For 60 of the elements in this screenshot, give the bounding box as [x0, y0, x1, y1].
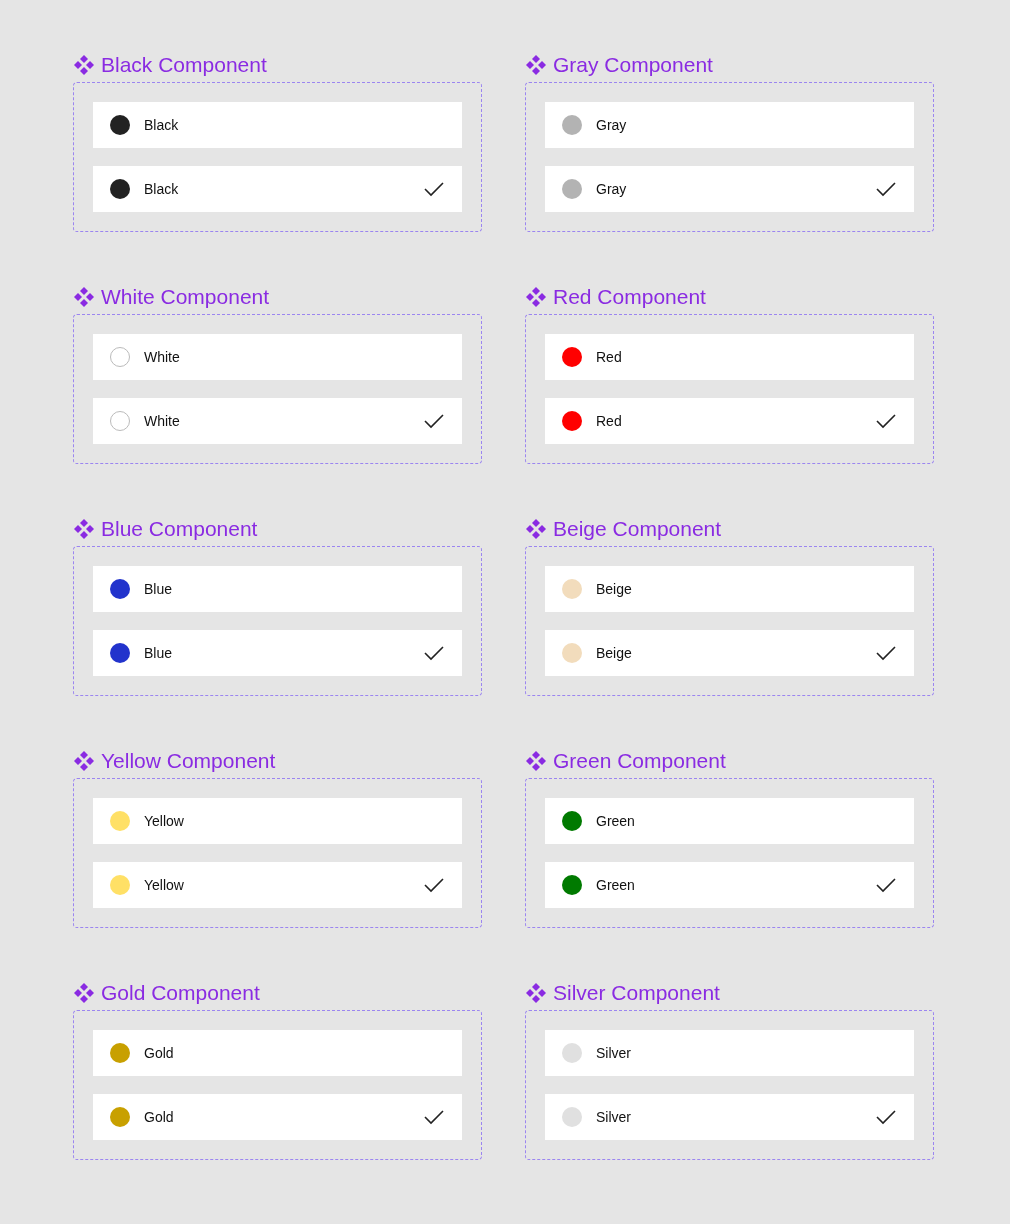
component-title: Blue Component [101, 516, 258, 542]
option-row[interactable]: Silver [545, 1094, 914, 1140]
component-title: Yellow Component [101, 748, 276, 774]
component-title: Beige Component [553, 516, 722, 542]
option-label: Yellow [144, 813, 185, 829]
option-row[interactable]: Gray [545, 166, 914, 212]
option-row[interactable]: Red [545, 398, 914, 444]
option-label: Black [144, 117, 180, 133]
option-label: Green [596, 877, 636, 893]
component-icon [525, 518, 547, 540]
option-label: Blue [144, 581, 174, 597]
component-title: Silver Component [553, 980, 720, 1006]
option-label: Beige [596, 645, 633, 661]
option-row[interactable]: Beige [545, 630, 914, 676]
option-label: Beige [596, 581, 633, 597]
option-label: Gold [144, 1045, 175, 1061]
option-label: White [144, 349, 181, 365]
option-label: Gold [144, 1109, 175, 1125]
component-icon [73, 750, 95, 772]
option-row[interactable]: Yellow [93, 798, 462, 844]
component-icon [525, 54, 547, 76]
component-icon [73, 518, 95, 540]
option-row[interactable]: Gold [93, 1030, 462, 1076]
component-title: Gray Component [553, 52, 713, 78]
option-label: Red [596, 349, 623, 365]
option-row[interactable]: Yellow [93, 862, 462, 908]
option-row[interactable]: White [93, 398, 462, 444]
option-label: Black [144, 181, 180, 197]
component-title: Gold Component [101, 980, 260, 1006]
option-row[interactable]: Beige [545, 566, 914, 612]
component-icon [73, 54, 95, 76]
option-label: Green [596, 813, 636, 829]
option-row[interactable]: Blue [93, 630, 462, 676]
option-label: Blue [144, 645, 174, 661]
option-row[interactable]: Gray [545, 102, 914, 148]
option-label: Gray [596, 181, 628, 197]
option-row[interactable]: Gold [93, 1094, 462, 1140]
option-label: Silver [596, 1045, 632, 1061]
option-row[interactable]: Blue [93, 566, 462, 612]
component-title: Green Component [553, 748, 726, 774]
option-label: Gray [596, 117, 628, 133]
component-icon [525, 286, 547, 308]
option-row[interactable]: Green [545, 798, 914, 844]
component-icon [73, 286, 95, 308]
option-row[interactable]: Silver [545, 1030, 914, 1076]
component-title: Black Component [101, 52, 267, 78]
option-row[interactable]: White [93, 334, 462, 380]
option-row[interactable]: Black [93, 166, 462, 212]
option-row[interactable]: Red [545, 334, 914, 380]
component-icon [525, 982, 547, 1004]
option-row[interactable]: Black [93, 102, 462, 148]
component-icon [73, 982, 95, 1004]
option-label: Silver [596, 1109, 632, 1125]
component-title: White Component [101, 284, 270, 310]
component-title: Red Component [553, 284, 706, 310]
option-row[interactable]: Green [545, 862, 914, 908]
option-label: Yellow [144, 877, 185, 893]
option-label: White [144, 413, 181, 429]
option-label: Red [596, 413, 623, 429]
component-icon [525, 750, 547, 772]
